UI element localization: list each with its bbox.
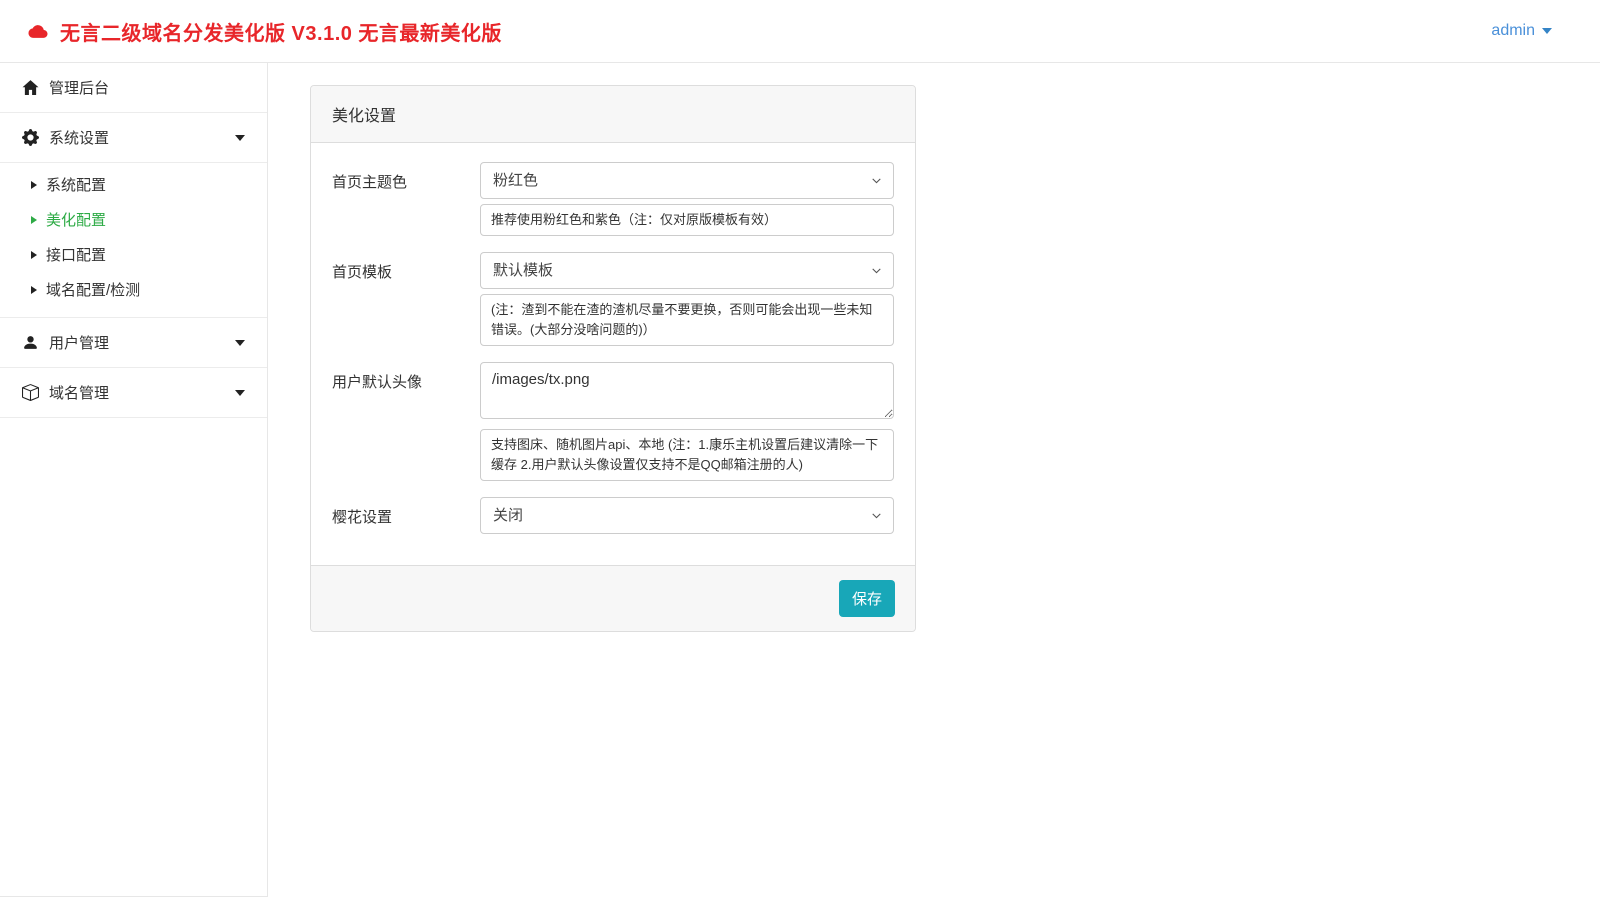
field-help-text: 推荐使用粉红色和紫色（注：仅对原版模板有效） <box>480 204 894 236</box>
field-help-text: (注：渣到不能在渣的渣机尽量不要更换，否则可能会出现一些未知错误。(大部分没啥问… <box>480 294 894 346</box>
home-icon <box>22 79 39 96</box>
sidebar-item-system-config[interactable]: 系统配置 <box>0 167 267 202</box>
triangle-right-icon <box>31 216 37 224</box>
sidebar-item-admin-home[interactable]: 管理后台 <box>0 63 267 112</box>
brand[interactable]: 无言二级域名分发美化版 V3.1.0 无言最新美化版 <box>25 17 502 46</box>
form-row-theme-color: 首页主题色 粉红色 推荐使用粉红色和紫色（注：仅对原版模板有效） <box>332 162 894 236</box>
top-navbar: 无言二级域名分发美化版 V3.1.0 无言最新美化版 admin <box>0 0 1600 63</box>
sidebar-item-label: 用户管理 <box>49 332 109 353</box>
card-title: 美化设置 <box>311 86 915 143</box>
field-label: 樱花设置 <box>332 497 480 534</box>
theme-color-select[interactable]: 粉红色 <box>480 162 894 199</box>
submenu-item-label: 接口配置 <box>46 244 106 265</box>
submenu-item-label: 系统配置 <box>46 174 106 195</box>
home-template-select[interactable]: 默认模板 <box>480 252 894 289</box>
triangle-right-icon <box>31 286 37 294</box>
beautify-settings-card: 美化设置 首页主题色 粉红色 推荐使用粉红 <box>310 85 916 632</box>
field-help-text: 支持图床、随机图片api、本地 (注：1.康乐主机设置后建议清除一下缓存 2.用… <box>480 429 894 481</box>
user-icon <box>22 334 39 351</box>
default-avatar-textarea[interactable]: /images/tx.png <box>480 362 894 419</box>
cube-icon <box>22 384 39 401</box>
chevron-down-icon <box>1542 28 1552 34</box>
gear-icon <box>22 129 39 146</box>
chevron-down-icon <box>235 390 245 396</box>
sidebar-item-api-config[interactable]: 接口配置 <box>0 237 267 272</box>
save-button[interactable]: 保存 <box>839 580 895 617</box>
sakura-select[interactable]: 关闭 <box>480 497 894 534</box>
triangle-right-icon <box>31 251 37 259</box>
submenu-item-label: 美化配置 <box>46 209 106 230</box>
brand-title: 无言二级域名分发美化版 V3.1.0 无言最新美化版 <box>60 17 502 46</box>
user-dropdown[interactable]: admin <box>1491 22 1552 40</box>
submenu-item-label: 域名配置/检测 <box>46 279 140 300</box>
chevron-down-icon <box>235 340 245 346</box>
sidebar-item-domain-management[interactable]: 域名管理 <box>0 368 267 417</box>
sidebar-item-system-settings[interactable]: 系统设置 <box>0 113 267 162</box>
main-content: 美化设置 首页主题色 粉红色 推荐使用粉红 <box>268 63 1600 900</box>
form-row-sakura: 樱花设置 关闭 <box>332 497 894 534</box>
system-settings-submenu: 系统配置 美化配置 接口配置 域名配置/检测 <box>0 163 267 318</box>
cloud-icon <box>25 22 51 41</box>
card-footer: 保存 <box>311 565 915 631</box>
sidebar-item-user-management[interactable]: 用户管理 <box>0 318 267 367</box>
sidebar-item-domain-config-check[interactable]: 域名配置/检测 <box>0 272 267 307</box>
sidebar-item-label: 管理后台 <box>49 77 109 98</box>
field-label: 首页模板 <box>332 252 480 346</box>
user-name: admin <box>1491 22 1535 40</box>
sidebar-item-beautify-config[interactable]: 美化配置 <box>0 202 267 237</box>
chevron-down-icon <box>235 135 245 141</box>
form-row-default-avatar: 用户默认头像 /images/tx.png 支持图床、随机图片api、本地 (注… <box>332 362 894 481</box>
sidebar-item-label: 域名管理 <box>49 382 109 403</box>
field-label: 用户默认头像 <box>332 362 480 481</box>
triangle-right-icon <box>31 181 37 189</box>
sidebar: 管理后台 系统设置 系统配置 美化配置 接口配置 <box>0 63 268 897</box>
form-row-home-template: 首页模板 默认模板 (注：渣到不能在渣的渣机尽量不要更换，否则可能会出现一些未知… <box>332 252 894 346</box>
sidebar-item-label: 系统设置 <box>49 127 109 148</box>
field-label: 首页主题色 <box>332 162 480 236</box>
